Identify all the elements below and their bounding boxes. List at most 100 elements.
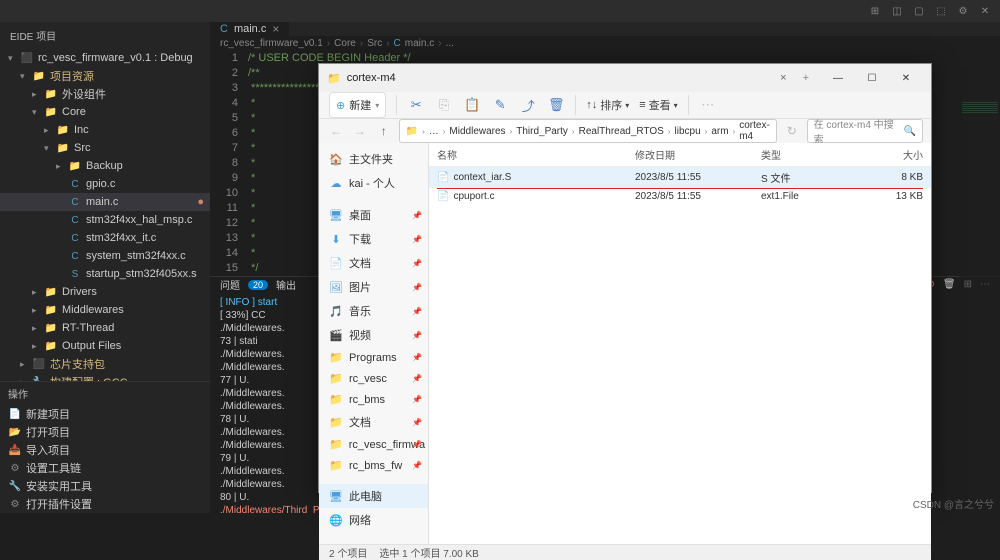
titlebar-icon[interactable]: ⚙ <box>956 4 970 18</box>
titlebar-icon[interactable]: ◫ <box>890 4 904 18</box>
tree-item[interactable]: Cstm32f4xx_hal_msp.c <box>0 211 210 229</box>
more-icon[interactable]: ⋯ <box>699 97 717 113</box>
problems-label: 问题 <box>220 277 240 292</box>
c-file-icon: C <box>220 23 228 35</box>
new-button[interactable]: ⊕ 新建 ▾ <box>329 92 386 118</box>
view-button[interactable]: ≡查看▾ <box>639 97 677 113</box>
maximize-button[interactable]: ☐ <box>855 64 889 92</box>
ops-item[interactable]: 📄新建项目 <box>0 405 210 423</box>
file-list: 名称 修改日期 类型 大小 📄context_iar.S2023/8/5 11:… <box>429 143 931 544</box>
titlebar-icon[interactable]: ⬚ <box>934 4 948 18</box>
tree-item[interactable]: Cmain.c● <box>0 193 210 211</box>
panel-icon[interactable]: 🗑 <box>943 279 956 290</box>
ops-item[interactable]: ⚙打开插件设置 <box>0 495 210 513</box>
new-tab-button[interactable]: + <box>797 72 815 84</box>
titlebar-icon[interactable]: ▢ <box>912 4 926 18</box>
explorer-titlebar[interactable]: 📁 cortex-m4 × + — ☐ ✕ <box>319 64 931 92</box>
search-input[interactable]: 在 cortex-m4 中搜索 🔍 <box>807 119 923 143</box>
tree-item[interactable]: ▸📁RT-Thread <box>0 319 210 337</box>
refresh-button[interactable]: ↻ <box>783 124 801 138</box>
tree-item[interactable]: ▾📁Src <box>0 139 210 157</box>
nav-item[interactable]: 📁文档📌 <box>319 410 428 434</box>
tree-item[interactable]: Sstartup_stm32f405xx.s <box>0 265 210 283</box>
line-numbers: 123456789101112131415 <box>210 51 248 276</box>
tree-item[interactable]: Csystem_stm32f4xx.c <box>0 247 210 265</box>
home-icon: 🏠 <box>329 153 343 166</box>
nav-item[interactable]: 🎵音乐📌 <box>319 299 428 323</box>
tree-section[interactable]: ▾📁项目资源 <box>0 67 210 85</box>
delete-icon[interactable]: 🗑 <box>547 97 565 113</box>
titlebar-icon[interactable]: ✕ <box>978 4 992 18</box>
tree-item[interactable]: Cstm32f4xx_it.c <box>0 229 210 247</box>
column-headers[interactable]: 名称 修改日期 类型 大小 <box>429 143 931 167</box>
pc-icon: 🖥 <box>329 490 343 503</box>
ops-item[interactable]: 📥导入项目 <box>0 441 210 459</box>
minimap[interactable] <box>960 101 1000 513</box>
selection-info: 选中 1 个项目 7.00 KB <box>379 545 478 560</box>
ops-item[interactable]: 🔧安装实用工具 <box>0 477 210 495</box>
forward-button[interactable]: → <box>351 124 369 138</box>
sort-button[interactable]: ↑↓排序▾ <box>586 97 629 113</box>
nav-item[interactable]: 🖥桌面📌 <box>319 203 428 227</box>
tree-item[interactable]: ▸📁外设组件 <box>0 85 210 103</box>
nav-item[interactable]: ⬇下载📌 <box>319 227 428 251</box>
sidebar: EIDE 项目 ▾⬛rc_vesc_firmware_v0.1 : Debug▾… <box>0 22 210 513</box>
tab-main-c[interactable]: C main.c × <box>210 22 290 36</box>
tree-section[interactable]: ▸⬛芯片支持包 <box>0 355 210 373</box>
tab-close-icon[interactable]: × <box>776 72 790 84</box>
project-root[interactable]: ▾⬛rc_vesc_firmware_v0.1 : Debug <box>0 49 210 67</box>
rename-icon[interactable]: ✎ <box>491 97 509 113</box>
back-button[interactable]: ← <box>327 124 345 138</box>
file-row[interactable]: 📄context_iar.S2023/8/5 11:55S 文件8 KB <box>429 167 931 188</box>
nav-item[interactable]: 🎬视频📌 <box>319 323 428 347</box>
close-button[interactable]: ✕ <box>889 64 923 92</box>
nav-thispc[interactable]: 🖥 此电脑 <box>319 484 428 508</box>
problems-count: 20 <box>248 280 268 290</box>
nav-item[interactable]: 📁rc_bms_fw📌 <box>319 455 428 476</box>
tree-item[interactable]: ▸📁Output Files <box>0 337 210 355</box>
nav-item[interactable]: 📄文档📌 <box>319 251 428 275</box>
up-button[interactable]: ↑ <box>375 124 393 138</box>
sidebar-title: EIDE 项目 <box>0 22 210 49</box>
nav-home[interactable]: 🏠 主文件夹 <box>319 147 428 171</box>
editor-tabs: C main.c × <box>210 22 1000 36</box>
share-icon[interactable]: ⤴ <box>519 96 537 115</box>
explorer-statusbar: 2 个项目 选中 1 个项目 7.00 KB <box>319 544 931 560</box>
vscode-titlebar: ⊞ ◫ ▢ ⬚ ⚙ ✕ <box>0 0 1000 22</box>
folder-icon: 📁 <box>406 126 418 137</box>
file-explorer-window: 📁 cortex-m4 × + — ☐ ✕ ⊕ 新建 ▾ ✂ ⎘ 📋 ✎ ⤴ 🗑… <box>318 63 932 493</box>
nav-item[interactable]: 📁Programs📌 <box>319 347 428 368</box>
file-row[interactable]: 📄cpuport.c2023/8/5 11:55ext1.File13 KB <box>429 188 931 205</box>
tab-label: main.c <box>234 23 266 35</box>
tree-item[interactable]: ▸📁Drivers <box>0 283 210 301</box>
copy-icon[interactable]: ⎘ <box>435 97 453 113</box>
watermark: CSDN @言之兮兮 <box>913 496 994 511</box>
nav-item[interactable]: 📁rc_vesc_firmwa📌 <box>319 434 428 455</box>
cut-icon[interactable]: ✂ <box>407 97 425 113</box>
item-count: 2 个项目 <box>329 545 367 560</box>
tree-item[interactable]: ▾📁Core <box>0 103 210 121</box>
tree-item[interactable]: ▸📁Inc <box>0 121 210 139</box>
paste-icon[interactable]: 📋 <box>463 97 481 113</box>
nav-item[interactable]: 🖼图片📌 <box>319 275 428 299</box>
minimize-button[interactable]: — <box>821 64 855 92</box>
tree-item[interactable]: ▸📁Backup <box>0 157 210 175</box>
nav-item[interactable]: 📁rc_bms📌 <box>319 389 428 410</box>
search-icon: 🔍 <box>904 126 916 137</box>
explorer-nav: 🏠 主文件夹 ☁ kai - 个人 🖥桌面📌⬇下载📌📄文档📌🖼图片📌🎵音乐📌🎬视… <box>319 143 429 544</box>
breadcrumb[interactable]: rc_vesc_firmware_v0.1›Core›Src›C main.c›… <box>210 36 1000 51</box>
titlebar-icon[interactable]: ⊞ <box>868 4 882 18</box>
ops-item[interactable]: ⚙设置工具链 <box>0 459 210 477</box>
nav-network[interactable]: 🌐 网络 <box>319 508 428 532</box>
tree-section[interactable]: ▸🔧构建配置 : GCC <box>0 373 210 381</box>
nav-item[interactable]: 📁rc_vesc📌 <box>319 368 428 389</box>
tree-item[interactable]: Cgpio.c <box>0 175 210 193</box>
ops-item[interactable]: 📂打开项目 <box>0 423 210 441</box>
address-path[interactable]: 📁 › … ›Middlewares›Third_Party›RealThrea… <box>399 119 777 143</box>
explorer-addressbar: ← → ↑ 📁 › … ›Middlewares›Third_Party›Rea… <box>319 119 931 143</box>
ops-title: 操作 <box>0 381 210 405</box>
close-icon[interactable]: × <box>272 22 279 36</box>
explorer-title: cortex-m4 <box>347 72 770 84</box>
nav-personal[interactable]: ☁ kai - 个人 <box>319 171 428 195</box>
tree-item[interactable]: ▸📁Middlewares <box>0 301 210 319</box>
